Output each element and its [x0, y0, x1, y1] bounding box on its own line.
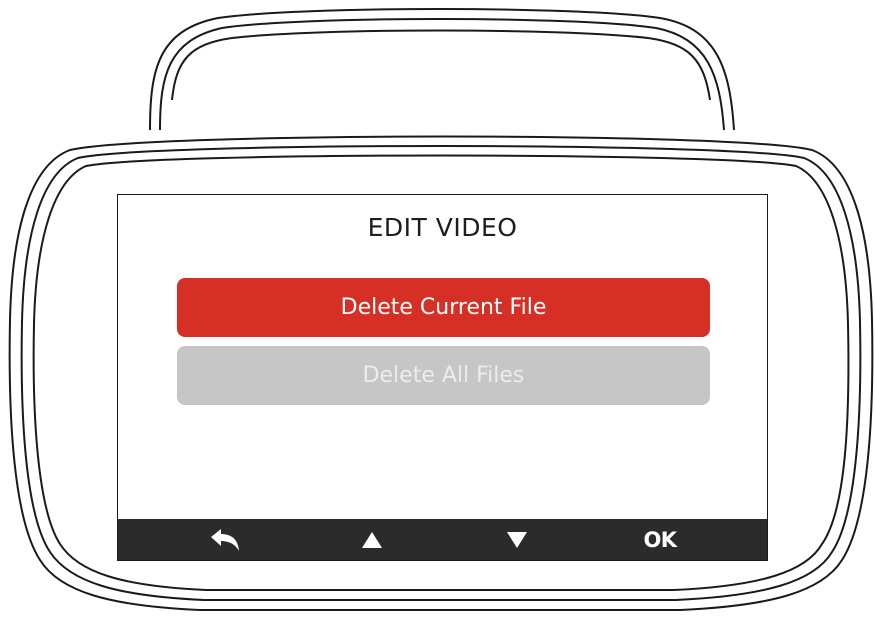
- delete-current-file-option[interactable]: Delete Current File: [177, 278, 710, 337]
- up-button[interactable]: [342, 519, 402, 560]
- up-triangle-icon: [362, 531, 382, 548]
- back-arrow-icon: [211, 528, 239, 551]
- back-button[interactable]: [195, 519, 255, 560]
- control-bar: OK: [118, 519, 767, 560]
- down-button[interactable]: [487, 519, 547, 560]
- menu-title: EDIT VIDEO: [367, 213, 518, 242]
- delete-all-files-option[interactable]: Delete All Files: [177, 346, 710, 405]
- ok-button[interactable]: OK: [630, 519, 690, 560]
- down-triangle-icon: [507, 531, 527, 548]
- device-screen: EDIT VIDEO Delete Current File Delete Al…: [117, 194, 768, 561]
- ok-label: OK: [643, 527, 677, 552]
